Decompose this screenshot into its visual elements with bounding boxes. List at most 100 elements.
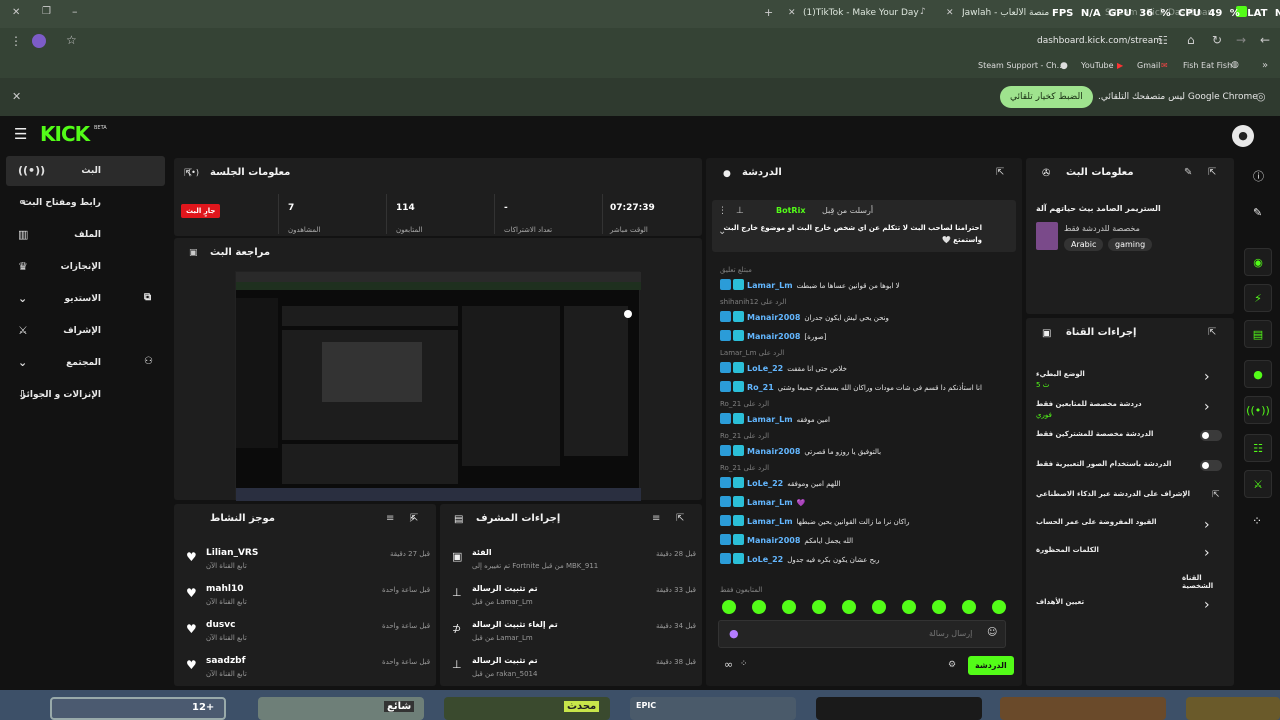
sidebar-item-achievements[interactable]: ♛ الإنجازات [6,252,165,282]
popout-icon[interactable]: ⇱ [996,167,1004,178]
channel-action-toggle[interactable] [1200,430,1222,441]
info-icon[interactable]: ⓘ [1253,168,1264,184]
gear-icon[interactable]: ⚙ [948,660,956,670]
chevron-right-icon[interactable]: › [1204,399,1210,415]
tab-tiktok[interactable]: (1)TikTok - Make Your Day [803,8,919,18]
chat-message[interactable]: LoLe_22 اللهم امين وموفقه [718,477,1008,491]
chat-message[interactable]: Lamar_Lm امين موفقه [718,413,1008,427]
emote-icon[interactable] [812,600,826,614]
taskbar-thumb[interactable]: 12+ [50,697,226,720]
sidebar-item-stream[interactable]: ((•)) البث [6,156,165,186]
close-infobar-icon[interactable]: ✕ [12,90,21,103]
rail-bolt-button[interactable]: ⚡ [1244,284,1272,312]
chat-message[interactable]: Manair2008 ونحن يحي ليش ايكون جدران [718,311,1008,325]
channel-action-toggle[interactable] [1200,460,1222,471]
popout-icon[interactable]: ⇱ [1208,167,1216,178]
chat-message[interactable]: Ro_21 انا استأذنكم دا قسم في شات مودات ور… [718,381,1008,395]
edit-icon[interactable]: ✎ [1253,206,1262,219]
close-window-icon[interactable]: ✕ [12,7,20,18]
profile-avatar[interactable] [32,34,46,48]
menu-dots-icon[interactable]: ⋮ [10,34,22,48]
dots-icon[interactable]: ⁘ [740,659,748,669]
minimize-window-icon[interactable]: – [72,5,78,18]
pinned-message[interactable]: ⋮ ⊥ BotRix أرسلت من قِبل احترامنا لصاحب … [712,200,1016,252]
popout-icon[interactable]: ⇱ [410,513,418,524]
site-settings-icon[interactable]: ☷ [1158,34,1168,47]
emote-icon[interactable] [842,600,856,614]
rail-list-button[interactable]: ▤ [1244,320,1272,348]
chat-username[interactable]: Lamar_Lm [747,281,793,290]
sidebar-item-profile[interactable]: ▥ الملف [6,220,165,250]
chat-username[interactable]: Lamar_Lm [747,517,793,526]
activity-user[interactable]: saadzbf [206,656,246,666]
forward-icon[interactable]: → [1236,33,1246,47]
chat-username[interactable]: Lamar_Lm [747,498,793,507]
set-default-button[interactable]: الضبط كخيار تلقائي [1000,86,1093,108]
chat-username[interactable]: LoLe_22 [747,555,783,564]
filter-icon[interactable]: ≡ [652,513,660,524]
infinity-icon[interactable]: ∞ [724,658,733,671]
edit-icon[interactable]: ✎ [1184,167,1192,178]
expand-icon[interactable]: ⌄ [718,226,726,237]
emote-icon[interactable] [992,600,1006,614]
back-icon[interactable]: ← [1260,33,1270,47]
new-tab-icon[interactable]: + [764,6,773,19]
more-options-icon[interactable]: ⋮ [718,206,727,216]
rail-broadcast-button[interactable]: ((•)) [1244,396,1272,424]
chat-message[interactable]: LoLe_22 خلاص حتى انا مقفت [718,362,1008,376]
emote-icon[interactable] [782,600,796,614]
chat-send-button[interactable]: الدردشة [968,656,1014,675]
taskbar-thumb[interactable]: EPIC [630,697,796,720]
chat-username[interactable]: Manair2008 [747,332,800,341]
sidebar-item-stream-key[interactable]: ⚭ رابط ومفتاح البث [6,188,165,218]
chat-username[interactable]: Manair2008 [747,313,800,322]
activity-user[interactable]: mahl10 [206,584,243,594]
tag-pill[interactable]: Arabic [1064,238,1104,251]
chevron-right-icon[interactable]: › [1204,597,1210,613]
external-link-icon[interactable]: ⇱ [1212,490,1220,500]
chat-message[interactable]: Lamar_Lm 💜 [718,496,1008,510]
taskbar-thumb[interactable]: شائع [258,697,424,720]
bookmark-steam[interactable]: Steam Support - Ch... [978,61,1064,70]
more-options-icon[interactable]: ⁘ [1252,514,1262,528]
taskbar-thumb[interactable] [816,697,982,720]
rail-camera-button[interactable]: ◉ [1244,248,1272,276]
pinned-user[interactable]: BotRix [776,206,805,215]
chevron-right-icon[interactable]: › [1204,369,1210,385]
kick-logo[interactable]: KICK [40,122,90,146]
emote-icon[interactable] [932,600,946,614]
popout-icon[interactable]: ⇱ [676,513,684,524]
mic-icon[interactable]: ● [729,627,739,640]
more-bookmarks-icon[interactable]: » [1262,60,1268,71]
activity-user[interactable]: dusvc [206,620,235,630]
category-name[interactable]: مخصصة للدردشة فقط [1064,224,1140,233]
emote-icon[interactable] [902,600,916,614]
bookmark-youtube[interactable]: YouTube [1081,61,1114,70]
tag-pill[interactable]: gaming [1108,238,1153,251]
reload-icon[interactable]: ↻ [1212,33,1222,47]
chat-message[interactable]: Lamar_Lm لا ابوها من قوانين عساها ما ضبطت [718,279,1008,293]
bookmark-star-icon[interactable]: ☆ [66,33,77,47]
rail-chat-button[interactable]: ● [1244,360,1272,388]
emote-icon[interactable] [872,600,886,614]
sidebar-item-community[interactable]: ⌄ المجتمع ⚇ [6,348,165,378]
taskbar-thumb[interactable] [1000,697,1166,720]
sidebar-item-studio[interactable]: ⌄ الاستديو ⧉ [6,284,165,314]
home-icon[interactable]: ⌂ [1187,33,1195,47]
filter-icon[interactable]: ≡ [386,513,394,524]
chat-message[interactable]: Lamar_Lm راكان نرا ما زالت القوانين بحين … [718,515,1008,529]
taskbar-thumb[interactable]: محدث [444,697,610,720]
chat-message[interactable]: LoLe_22 ربح عشان يكون بكره فيه جدول [718,553,1008,567]
tab-close-icon[interactable]: ✕ [788,8,796,18]
sidebar-item-moderation[interactable]: ⚔ الإشراف [6,316,165,346]
user-avatar[interactable]: ● [1232,125,1254,147]
chat-input[interactable]: ● إرسال رسالة ☺ [718,620,1006,648]
chat-username[interactable]: Manair2008 [747,447,800,456]
chevron-right-icon[interactable]: › [1204,545,1210,561]
restore-window-icon[interactable]: ❐ [42,6,51,17]
chat-username[interactable]: Ro_21 [747,383,774,392]
emote-icon[interactable] [722,600,736,614]
chat-username[interactable]: Manair2008 [747,536,800,545]
activity-user[interactable]: Lilian_VRS [206,548,258,558]
popout-icon[interactable]: ⇱ [1208,327,1216,338]
